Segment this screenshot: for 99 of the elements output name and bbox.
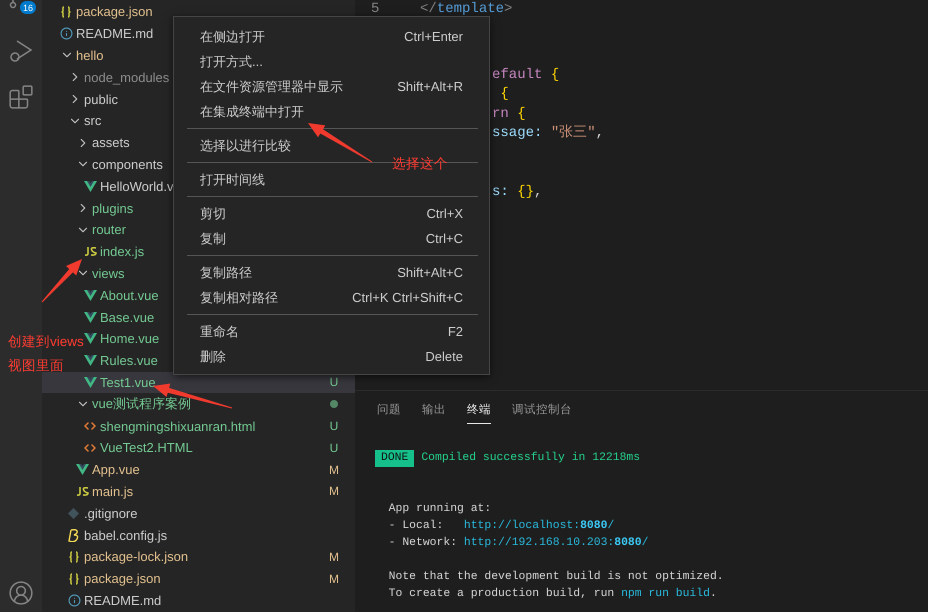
count-badge: 16 — [20, 1, 36, 14]
git-status-letter: M — [328, 572, 340, 586]
arrow — [42, 259, 82, 302]
account-icon[interactable] — [8, 580, 34, 606]
terminal-link[interactable]: http://localhost: — [464, 518, 580, 535]
v-shape-icon — [84, 180, 97, 192]
arrow — [308, 123, 372, 162]
annotation-text: 创建到views — [8, 333, 84, 351]
run-debug-icon[interactable] — [8, 38, 34, 64]
file-name[interactable]: Home.vue — [100, 331, 160, 346]
annotation-text: 选择这个 — [392, 155, 448, 173]
file-name[interactable]: HelloWorld.v — [100, 178, 174, 194]
file-name[interactable]: package.json — [76, 4, 153, 20]
code-line: { — [499, 85, 509, 104]
terminal-link[interactable]: / — [642, 535, 648, 552]
file-name[interactable]: node_modules — [84, 70, 170, 85]
file-name[interactable]: assets — [92, 135, 130, 150]
source-control-icon[interactable] — [8, 0, 18, 10]
file-name[interactable]: App.vue — [92, 462, 140, 478]
code-line: </template> — [420, 0, 512, 19]
menu-item[interactable]: 复制路径 Shift+Alt+C — [174, 260, 489, 285]
file-name[interactable]: package.json — [84, 571, 161, 586]
file-name[interactable]: src — [84, 113, 102, 128]
git-status-letter: U — [328, 375, 340, 390]
terminal-text: - Network: — [388, 536, 458, 551]
git-status-letter: U — [328, 419, 340, 434]
v-shape-icon — [84, 290, 97, 301]
v-shape-icon — [84, 333, 97, 344]
v-shape-icon — [84, 376, 97, 388]
file-name[interactable]: README.md — [84, 592, 162, 608]
terminal-text: Note that the development build is not optimized. — [388, 570, 724, 585]
file-name[interactable]: hello — [76, 48, 104, 63]
menu-item[interactable]: 在文件资源管理器中显示 Shift+Alt+R — [174, 74, 489, 99]
file-name[interactable]: shengmingshixuanran.html — [100, 418, 256, 434]
terminal-link[interactable]: http://192.168.10.203: — [464, 535, 614, 552]
info-icon — [60, 27, 73, 40]
panel-tab[interactable]: 输出 — [422, 398, 446, 424]
done-badge: DONE — [375, 450, 414, 467]
file-name[interactable]: package-lock.json — [84, 549, 188, 564]
js-file-icon — [76, 486, 89, 496]
menu-item[interactable]: 选择以进行比较 — [174, 133, 489, 158]
diamond-icon — [68, 508, 79, 519]
file-name[interactable]: babel.config.js — [84, 528, 168, 543]
v-shape-icon — [76, 464, 89, 476]
code-line: ssage: "张三", — [492, 124, 604, 143]
line-number: 5 — [370, 0, 380, 19]
terminal-link[interactable]: 8080 — [580, 518, 608, 535]
info-icon — [68, 594, 81, 607]
menu-item[interactable]: 剪切 Ctrl+X — [174, 201, 489, 226]
terminal-link[interactable]: npm run build — [621, 586, 710, 603]
braces-icon — [68, 572, 80, 585]
panel-tab[interactable]: 问题 — [377, 398, 401, 424]
menu-item[interactable]: 重命名 F2 — [174, 319, 489, 344]
terminal-link[interactable]: / — [607, 518, 614, 535]
file-name[interactable]: main.js — [92, 484, 134, 499]
menu-item[interactable]: 复制 Ctrl+C — [174, 226, 489, 251]
file-name[interactable]: index.js — [100, 244, 144, 260]
menu-item[interactable]: 打开方式... — [174, 49, 489, 74]
file-name[interactable]: Rules.vue — [100, 353, 158, 368]
menu-item[interactable]: 复制相对路径 Ctrl+K Ctrl+Shift+C — [174, 285, 489, 310]
file-name[interactable]: public — [84, 92, 118, 107]
braces-icon — [60, 6, 72, 18]
terminal-text: . — [710, 587, 717, 602]
file-name[interactable]: views — [92, 266, 125, 281]
file-name[interactable]: components — [92, 156, 163, 172]
js-file-icon — [84, 247, 97, 256]
file-name[interactable]: vue测试程序案例 — [92, 395, 191, 414]
file-name[interactable]: Base.vue — [100, 310, 154, 325]
menu-item[interactable]: 在集成终端中打开 — [174, 99, 489, 124]
git-status-letter: U — [328, 440, 340, 455]
babel-file-icon — [68, 528, 80, 542]
menu-item[interactable]: 删除 Delete — [174, 344, 489, 369]
code-brackets-icon — [84, 420, 96, 432]
file-name[interactable]: plugins — [92, 200, 134, 216]
code-line: rn { — [492, 104, 526, 124]
terminal-link[interactable]: 8080 — [614, 535, 642, 552]
extensions-icon[interactable] — [8, 84, 34, 110]
git-status-letter: M — [328, 550, 340, 564]
terminal-text: To create a production build, run — [388, 586, 616, 602]
file-name[interactable]: Test1.vue — [100, 374, 156, 390]
git-status-letter: M — [328, 484, 340, 498]
file-name[interactable]: About.vue — [100, 288, 159, 303]
file-name[interactable]: .gitignore — [84, 506, 138, 521]
file-name[interactable]: README.md — [76, 26, 154, 42]
braces-icon — [68, 550, 80, 563]
file-name[interactable]: VueTest2.HTML — [100, 440, 193, 456]
git-status-letter: M — [328, 462, 340, 477]
panel-tab[interactable]: 终端 — [467, 398, 491, 424]
terminal-line: Compiled successfully in 12218ms — [421, 450, 640, 466]
v-shape-icon — [84, 355, 97, 366]
file-name[interactable]: router — [92, 222, 126, 238]
terminal-text: - Local: — [388, 518, 444, 534]
code-brackets-icon — [84, 442, 96, 454]
terminal-text: App running at: — [388, 502, 492, 517]
code-line: s: {}, — [492, 182, 542, 202]
code-line: efault { — [492, 66, 560, 84]
panel-tab[interactable]: 调试控制台 — [512, 398, 572, 424]
menu-item[interactable]: 在侧边打开 Ctrl+Enter — [174, 24, 489, 49]
v-shape-icon — [84, 312, 97, 323]
